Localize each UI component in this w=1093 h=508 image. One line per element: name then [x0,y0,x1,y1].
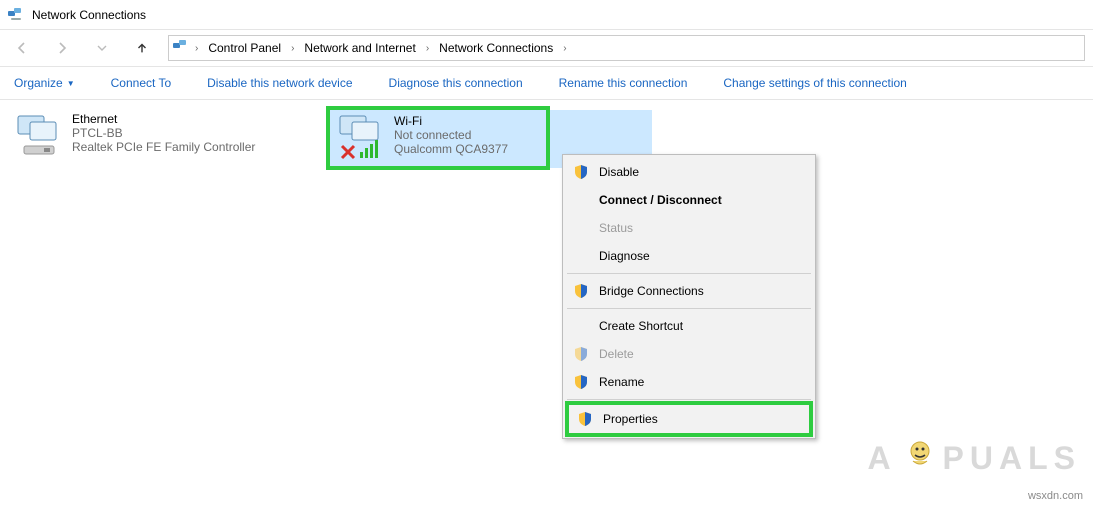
rename-connection-button[interactable]: Rename this connection [559,76,688,90]
credit-text: wsxdn.com [1028,490,1083,502]
adapter-name: Ethernet [72,112,255,126]
breadcrumb-control-panel[interactable]: Control Panel [204,41,285,55]
command-toolbar: Organize ▼ Connect To Disable this netwo… [0,66,1093,100]
wifi-adapter-icon [336,114,386,162]
properties-highlight: Properties [565,401,813,437]
context-menu: Disable Connect / Disconnect Status Diag… [562,154,816,439]
address-icon [173,39,189,58]
address-bar[interactable]: › Control Panel › Network and Internet ›… [168,35,1085,61]
adapter-name: Wi-Fi [394,114,508,128]
menu-shortcut-label: Create Shortcut [599,319,683,333]
watermark-a: A [867,440,896,477]
diagnose-connection-button[interactable]: Diagnose this connection [389,76,523,90]
network-connections-icon [8,7,24,23]
organize-label: Organize [14,76,63,90]
menu-connect-disconnect[interactable]: Connect / Disconnect [565,186,813,214]
window-titlebar: Network Connections [0,0,1093,30]
chevron-right-icon: › [291,43,294,54]
menu-bridge-label: Bridge Connections [599,284,704,298]
menu-separator [567,308,811,309]
navigation-bar: › Control Panel › Network and Internet ›… [0,30,1093,66]
menu-status-label: Status [599,221,633,235]
back-button[interactable] [8,34,36,62]
connect-to-button[interactable]: Connect To [111,76,172,90]
menu-bridge-connections[interactable]: Bridge Connections [565,277,813,305]
menu-diagnose-label: Diagnose [599,249,650,263]
shield-icon [573,283,589,299]
menu-status: Status [565,214,813,242]
adapter-ethernet[interactable]: Ethernet PTCL-BB Realtek PCIe FE Family … [10,108,310,164]
change-settings-button[interactable]: Change settings of this connection [723,76,906,90]
menu-connect-label: Connect / Disconnect [599,193,722,207]
window-title: Network Connections [32,8,146,22]
disable-device-button[interactable]: Disable this network device [207,76,352,90]
menu-separator [567,273,811,274]
adapter-wifi-wrapper: Wi-Fi Not connected Qualcomm QCA9377 [326,106,550,170]
up-button[interactable] [128,34,156,62]
menu-properties[interactable]: Properties [569,405,809,433]
ethernet-adapter-icon [14,112,64,160]
recent-dropdown[interactable] [88,34,116,62]
shield-icon [573,164,589,180]
watermark-rest: PUALS [943,440,1081,477]
adapter-status: Not connected [394,128,508,142]
adapter-device: Realtek PCIe FE Family Controller [72,140,255,154]
menu-delete-label: Delete [599,347,634,361]
adapter-wifi[interactable]: Wi-Fi Not connected Qualcomm QCA9377 [326,106,550,170]
shield-icon [577,411,593,427]
menu-rename-label: Rename [599,375,644,389]
shield-icon [573,346,589,362]
menu-delete: Delete [565,340,813,368]
chevron-right-icon: › [195,43,198,54]
breadcrumb-network-connections[interactable]: Network Connections [435,41,557,55]
breadcrumb-network-internet[interactable]: Network and Internet [300,41,419,55]
adapter-text: Ethernet PTCL-BB Realtek PCIe FE Family … [72,112,255,154]
menu-create-shortcut[interactable]: Create Shortcut [565,312,813,340]
chevron-right-icon: › [563,43,566,54]
menu-rename[interactable]: Rename [565,368,813,396]
organize-button[interactable]: Organize ▼ [14,76,75,90]
menu-separator [567,399,811,400]
adapter-network: PTCL-BB [72,126,255,140]
menu-properties-label: Properties [603,412,658,426]
watermark: A PUALS [867,437,1081,480]
shield-icon [573,374,589,390]
mascot-icon [903,437,937,480]
chevron-down-icon: ▼ [67,79,75,88]
chevron-right-icon: › [426,43,429,54]
menu-disable[interactable]: Disable [565,158,813,186]
adapter-text: Wi-Fi Not connected Qualcomm QCA9377 [394,114,508,156]
menu-disable-label: Disable [599,165,639,179]
forward-button[interactable] [48,34,76,62]
adapter-device: Qualcomm QCA9377 [394,142,508,156]
menu-diagnose[interactable]: Diagnose [565,242,813,270]
